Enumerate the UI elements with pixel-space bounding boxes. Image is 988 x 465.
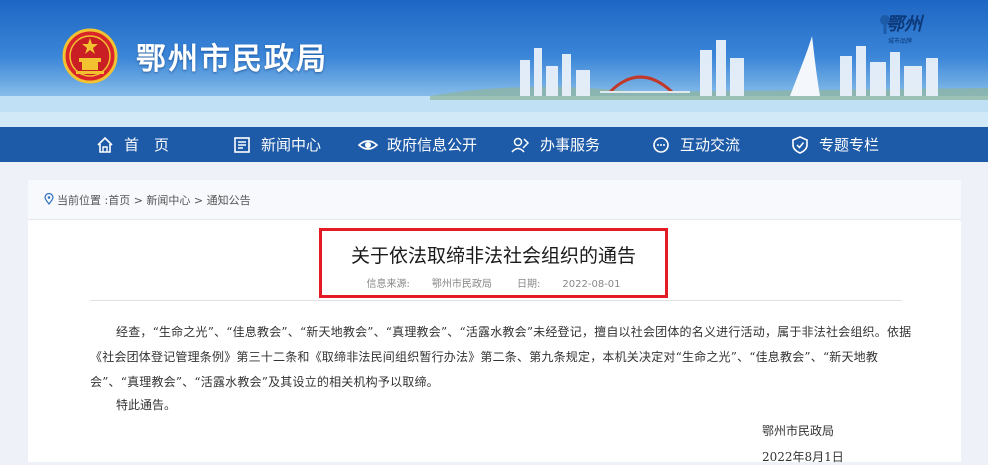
breadcrumb-bar: 当前位置 : 首页 > 新闻中心 > 通知公告 — [28, 180, 961, 220]
nav-item-news[interactable]: 新闻中心 — [232, 127, 321, 162]
home-icon — [95, 135, 115, 155]
divider — [90, 300, 902, 301]
breadcrumb: 当前位置 : 首页 > 新闻中心 > 通知公告 — [44, 192, 251, 208]
article-meta: 信息来源: 鄂州市民政局 日期: 2022-08-01 — [322, 275, 665, 290]
breadcrumb-item-notices[interactable]: 通知公告 — [207, 192, 251, 208]
city-brand-text: 鄂州 — [886, 14, 922, 35]
shield-icon — [790, 135, 810, 155]
signature-org: 鄂州市民政局 — [762, 424, 835, 438]
breadcrumb-prefix: 当前位置 : — [57, 194, 109, 207]
nav-label: 新闻中心 — [261, 136, 322, 154]
article-closing: 特此通告。 — [116, 398, 177, 412]
people-icon — [511, 135, 531, 155]
nav-label: 互动交流 — [680, 136, 741, 154]
breadcrumb-separator: > — [130, 193, 147, 207]
main-nav: 首 页 新闻中心 政府信息公开 办事服务 互动交流 专题专栏 — [0, 127, 988, 162]
source-info: 信息来源: 鄂州市民政局 — [366, 279, 491, 290]
news-icon — [232, 135, 252, 155]
source-value: 鄂州市民政局 — [431, 279, 492, 290]
nav-item-gov-info[interactable]: 政府信息公开 — [358, 127, 477, 162]
title-highlight-box: 关于依法取缔非法社会组织的通告 信息来源: 鄂州市民政局 日期: 2022-08-0… — [319, 228, 668, 298]
location-pin-icon — [44, 192, 54, 208]
national-emblem-icon — [62, 28, 118, 84]
breadcrumb-item-news[interactable]: 新闻中心 — [146, 192, 190, 208]
article-paragraph: 经查，“生命之光”、“佳息教会”、“新天地教会”、“真理教会”、“活露水教会”未… — [90, 325, 912, 389]
source-label: 信息来源: — [366, 279, 410, 290]
article-title: 关于依法取缔非法社会组织的通告 — [350, 245, 636, 267]
nav-item-home[interactable]: 首 页 — [95, 127, 169, 162]
nav-label: 首 页 — [124, 136, 170, 154]
signature-date: 2022年8月1日 — [762, 450, 844, 464]
nav-item-topics[interactable]: 专题专栏 — [790, 127, 879, 162]
breadcrumb-item-home[interactable]: 首页 — [108, 192, 130, 208]
breadcrumb-separator: > — [190, 193, 207, 207]
date-value: 2022-08-01 — [562, 279, 621, 290]
nav-item-interaction[interactable]: 互动交流 — [651, 127, 740, 162]
site-title[interactable]: 鄂州市民政局 — [136, 34, 328, 78]
date-label: 日期: — [517, 279, 541, 290]
chat-icon — [651, 135, 671, 155]
date-info: 日期: 2022-08-01 — [517, 279, 621, 290]
city-brand-subtitle: 城市品牌 — [888, 38, 913, 45]
eye-icon — [358, 135, 378, 155]
nav-label: 专题专栏 — [819, 136, 880, 154]
article-content: 关于依法取缔非法社会组织的通告 信息来源: 鄂州市民政局 日期: 2022-08-0… — [28, 220, 961, 464]
nav-item-services[interactable]: 办事服务 — [511, 127, 600, 162]
nav-label: 办事服务 — [540, 136, 601, 154]
nav-label: 政府信息公开 — [387, 136, 478, 154]
city-brand-logo: 鄂州 城市品牌 — [876, 6, 936, 46]
header-banner: 鄂州市民政局 鄂州 城市品牌 — [0, 0, 988, 127]
